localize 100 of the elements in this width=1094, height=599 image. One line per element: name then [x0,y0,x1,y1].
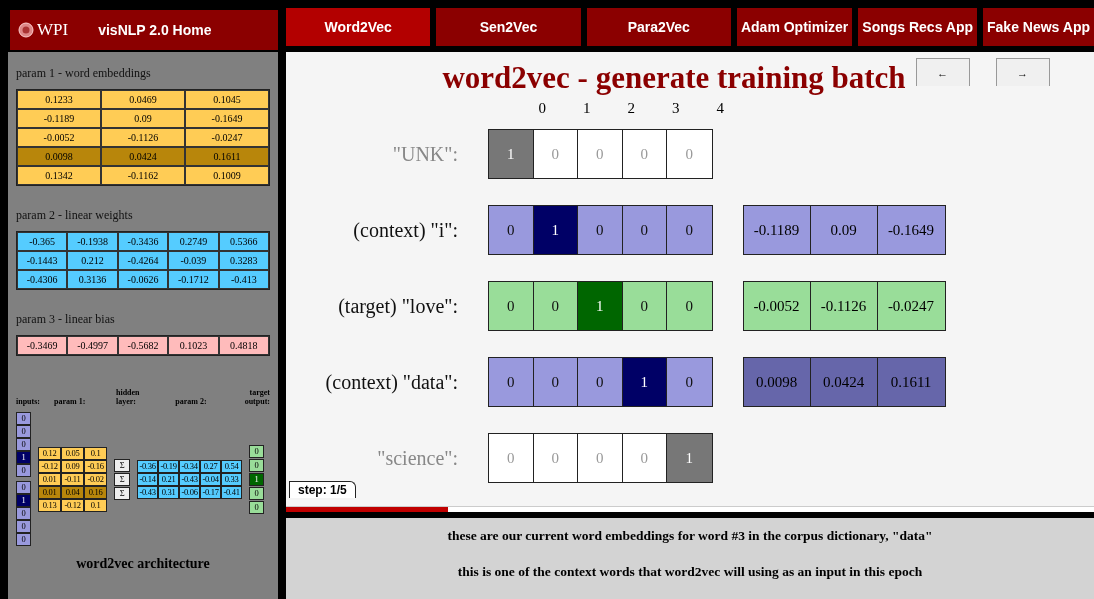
table-cell: -0.5682 [117,336,169,355]
input-cell: 0 [16,481,31,494]
column-header: target output: [243,388,270,406]
table-cell: 0.0469 [101,90,185,109]
word-label: (context) "i": [352,218,459,242]
caption-text: this is one of the context words that word2vec will using as an input in this epoch [457,564,923,580]
one-hot-cell: 1 [533,206,578,254]
diagram-caption: word2vec architecture [75,556,211,572]
table-cell: -0.1162 [101,166,185,185]
matrix-cell: 0.1 [84,446,107,460]
caption-text: these are our current word embeddings for word #3 in the corpus dictionary, "data" [447,528,933,544]
embedding-cell: 0.0098 [743,358,811,406]
logo[interactable]: WPI [18,20,69,40]
input-cell: 0 [16,464,31,477]
input-cell: 1 [16,494,31,507]
input-cell: 0 [16,412,31,425]
word-label: "UNK": [391,142,459,166]
table-cell: -0.3469 [17,336,68,355]
table-cell: -0.1126 [101,128,185,147]
output-cell: 0 [249,458,264,472]
table-cell: -0.1712 [168,270,219,289]
one-hot-cell: 0 [489,358,534,406]
input-cell: 0 [16,507,31,520]
param-title: param 3 - linear bias [16,312,116,327]
one-hot-cell: 1 [622,358,667,406]
embedding-cell: -0.1649 [877,206,945,254]
output-cell: 0 [249,444,264,458]
one-hot-cell: 0 [667,282,712,330]
page-title: word2vec - generate training batch [442,60,906,96]
one-hot-cell: 0 [667,130,712,178]
matrix-cell: -0.19 [158,459,179,473]
column-index: 4 [715,100,725,117]
table-cell: -0.039 [168,251,219,270]
table-cell: 0.2749 [168,232,219,251]
table-cell: -0.0052 [17,128,101,147]
table-cell: 0.0424 [101,147,185,166]
one-hot-cell: 0 [578,130,623,178]
input-cell: 0 [16,520,31,533]
column-header: hidden layer: [116,388,141,406]
table-cell: -0.3436 [117,232,169,251]
one-hot-cell: 0 [533,434,578,482]
table-cell: -0.4997 [67,336,118,355]
embedding-cell: 0.09 [810,206,878,254]
word-label: "science": [376,446,459,470]
one-hot-cell: 0 [578,434,623,482]
matrix-cell: -0.34 [179,459,200,473]
table-cell: 0.1233 [17,90,101,109]
input-cell: 0 [16,425,31,438]
previous-button[interactable]: ← [915,58,970,86]
table-cell: -0.1938 [67,232,118,251]
table-cell: -0.365 [17,232,68,251]
one-hot-cell: 0 [533,358,578,406]
nav-tab[interactable]: Sen2Vec [436,8,581,46]
embedding-cell: -0.1189 [743,206,811,254]
embedding-cell: -0.0247 [877,282,945,330]
param-title: param 1 - word embeddings [16,66,152,81]
table-cell: 0.1023 [168,336,219,355]
table-cell: 0.09 [101,109,185,128]
home-link[interactable]: visNLP 2.0 Home [98,22,212,38]
one-hot-cell: 0 [578,206,623,254]
column-header: inputs: [16,397,41,406]
embedding-cell: 0.1611 [877,358,945,406]
nav-tab[interactable]: Fake News App [983,8,1094,46]
table-cell: 0.1009 [185,166,269,185]
table-cell: -0.413 [218,270,269,289]
nav-tab[interactable]: Word2Vec [286,8,431,46]
column-header: param 2: [174,397,208,406]
one-hot-cell: 0 [667,206,712,254]
input-cell: 1 [16,451,31,464]
table-cell: -0.0247 [185,128,269,147]
nav-tab[interactable]: Adam Optimizer [736,8,853,46]
matrix-cell: 0.54 [221,459,242,473]
output-cell: 0 [249,500,264,514]
matrix-cell: 0.12 [38,446,61,460]
column-index: 1 [582,100,592,117]
one-hot-cell: 0 [533,282,578,330]
table-cell: 0.1045 [185,90,269,109]
matrix-cell: -0.36 [137,459,158,473]
embedding-cell: -0.0052 [743,282,811,330]
nav-tab[interactable]: Para2Vec [586,8,731,46]
table-cell: 0.1611 [185,147,269,166]
input-cell: 0 [16,438,31,451]
output-cell: 0 [249,486,264,500]
column-index: 3 [671,100,681,117]
one-hot-cell: 1 [489,130,534,178]
table-cell: 0.5366 [218,232,269,251]
sum-cell: Σ [114,472,130,486]
column-header: param 1: [54,397,87,406]
one-hot-cell: 0 [622,434,667,482]
sum-cell: Σ [114,486,130,500]
seal-icon [18,22,34,38]
next-button[interactable]: → [995,58,1050,86]
column-index: 0 [537,100,547,117]
word-label: (target) "love": [337,294,459,318]
one-hot-cell: 0 [667,358,712,406]
table-cell: -0.4264 [117,251,169,270]
one-hot-cell: 0 [533,130,578,178]
input-cell: 0 [16,533,31,546]
nav-tab[interactable]: Songs Recs App [858,8,978,46]
table-cell: -0.1189 [17,109,101,128]
